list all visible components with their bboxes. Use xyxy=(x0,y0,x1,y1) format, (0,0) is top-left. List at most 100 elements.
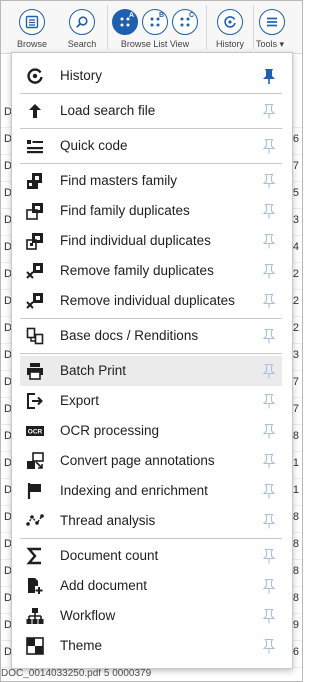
find-individual-duplicates-icon xyxy=(26,232,44,250)
view-c-icon[interactable]: C xyxy=(172,9,198,35)
view-a-icon[interactable]: A xyxy=(112,9,138,35)
row-cell-right: 3 xyxy=(292,349,299,361)
remove-individual-duplicates-icon xyxy=(26,292,44,310)
menu-item-find-individual-duplicates[interactable]: Find individual duplicates xyxy=(20,226,282,256)
pin-outline-icon[interactable] xyxy=(262,173,276,189)
menu-item-label: Theme xyxy=(60,638,103,653)
search-label: Search xyxy=(67,39,97,49)
menu-item-label: Find individual duplicates xyxy=(60,233,211,248)
pin-outline-icon[interactable] xyxy=(262,578,276,594)
find-family-duplicates-icon xyxy=(26,202,44,220)
menu-divider xyxy=(20,318,282,319)
menu-item-thread-analysis[interactable]: Thread analysis xyxy=(20,506,282,536)
menu-item-batch-print[interactable]: Batch Print xyxy=(20,356,282,386)
menu-item-label: Add document xyxy=(60,578,148,593)
row-cell-right: 2 xyxy=(292,295,299,307)
row-cell-right: 7 xyxy=(292,403,299,415)
row-cell-right: 1 xyxy=(292,484,299,496)
theme-icon xyxy=(26,637,44,655)
pin-outline-icon[interactable] xyxy=(262,423,276,439)
menu-item-remove-individual-duplicates[interactable]: Remove individual duplicates xyxy=(20,286,282,316)
toolbar-divider xyxy=(253,5,254,49)
pin-outline-icon[interactable] xyxy=(262,103,276,119)
remove-family-duplicates-icon xyxy=(26,262,44,280)
pin-outline-icon[interactable] xyxy=(262,363,276,379)
menu-item-label: Remove family duplicates xyxy=(60,263,214,278)
menu-item-label: Quick code xyxy=(60,138,128,153)
pin-outline-icon[interactable] xyxy=(262,483,276,499)
row-cell-right: 2 xyxy=(292,268,299,280)
toolbar-divider xyxy=(107,5,108,49)
menu-item-label: Base docs / Renditions xyxy=(60,328,199,343)
ocr-icon: OCR xyxy=(26,422,44,440)
menu-item-label: Batch Print xyxy=(60,363,127,378)
workflow-icon xyxy=(26,607,44,625)
row-cell-right: 7 xyxy=(292,160,299,172)
row-cell-right: 5 xyxy=(292,187,299,199)
menu-item-add-document[interactable]: Add document xyxy=(20,571,282,601)
menu-item-document-count[interactable]: Document count xyxy=(20,541,282,571)
row-cell-right: 6 xyxy=(292,133,299,145)
export-icon xyxy=(26,392,44,410)
menu-item-base-docs-renditions[interactable]: Base docs / Renditions xyxy=(20,321,282,351)
browse-button[interactable]: Browse xyxy=(9,1,55,54)
pin-outline-icon[interactable] xyxy=(262,393,276,409)
pin-outline-icon[interactable] xyxy=(262,453,276,469)
browse-label: Browse xyxy=(16,39,47,49)
row-cell-right: 4 xyxy=(292,241,299,253)
flag-icon xyxy=(26,482,44,500)
menu-item-label: Document count xyxy=(60,548,159,563)
menu-divider xyxy=(20,93,282,94)
menu-item-theme[interactable]: Theme xyxy=(20,631,282,661)
menu-item-workflow[interactable]: Workflow xyxy=(20,601,282,631)
upload-arrow-icon xyxy=(26,102,44,120)
quick-code-icon xyxy=(26,137,44,155)
row-cell-right: 3 xyxy=(292,214,299,226)
menu-item-load-search-file[interactable]: Load search file xyxy=(20,96,282,126)
row-cell-right: 7 xyxy=(292,376,299,388)
pin-outline-icon[interactable] xyxy=(262,233,276,249)
history-icon xyxy=(26,67,44,85)
search-icon xyxy=(69,9,95,35)
renditions-icon xyxy=(26,327,44,345)
menu-item-indexing-and-enrichment[interactable]: Indexing and enrichment xyxy=(20,476,282,506)
menu-item-remove-family-duplicates[interactable]: Remove family duplicates xyxy=(20,256,282,286)
menu-item-quick-code[interactable]: Quick code xyxy=(20,131,282,161)
hamburger-icon xyxy=(259,9,285,35)
row-cell-right: 8 xyxy=(292,430,299,442)
menu-item-find-family-duplicates[interactable]: Find family duplicates xyxy=(20,196,282,226)
pin-outline-icon[interactable] xyxy=(262,638,276,654)
tools-button[interactable]: Tools ▾ xyxy=(255,1,295,54)
search-button[interactable]: Search xyxy=(59,1,105,54)
menu-item-label: Thread analysis xyxy=(60,513,156,528)
menu-item-label: Remove individual duplicates xyxy=(60,293,235,308)
pin-filled-icon[interactable] xyxy=(262,68,276,84)
pin-outline-icon[interactable] xyxy=(262,203,276,219)
menu-divider xyxy=(20,163,282,164)
pin-outline-icon[interactable] xyxy=(262,513,276,529)
row-cell-right: 8 xyxy=(292,511,299,523)
view-a-letter: A xyxy=(128,12,134,19)
row-cell-right: 8 xyxy=(292,565,299,577)
menu-item-label: History xyxy=(60,68,103,83)
history-icon xyxy=(217,9,243,35)
pin-outline-icon[interactable] xyxy=(262,138,276,154)
pin-outline-icon[interactable] xyxy=(262,328,276,344)
row-cell-right: 8 xyxy=(292,538,299,550)
history-button[interactable]: History xyxy=(208,1,252,54)
pin-outline-icon[interactable] xyxy=(262,548,276,564)
menu-item-find-masters-family[interactable]: Find masters family xyxy=(20,166,282,196)
browse-icon xyxy=(19,9,45,35)
row-cell-right: 2 xyxy=(292,322,299,334)
menu-divider xyxy=(20,128,282,129)
pin-outline-icon[interactable] xyxy=(262,293,276,309)
pin-outline-icon[interactable] xyxy=(262,608,276,624)
browse-list-view-label: Browse List View xyxy=(120,39,190,49)
menu-item-history[interactable]: History xyxy=(20,61,282,91)
view-b-icon[interactable]: B xyxy=(142,9,168,35)
svg-text:OCR: OCR xyxy=(28,429,43,436)
menu-item-convert-page-annotations[interactable]: Convert page annotations xyxy=(20,446,282,476)
menu-item-export[interactable]: Export xyxy=(20,386,282,416)
menu-item-ocr-processing[interactable]: OCR OCR processing xyxy=(20,416,282,446)
pin-outline-icon[interactable] xyxy=(262,263,276,279)
